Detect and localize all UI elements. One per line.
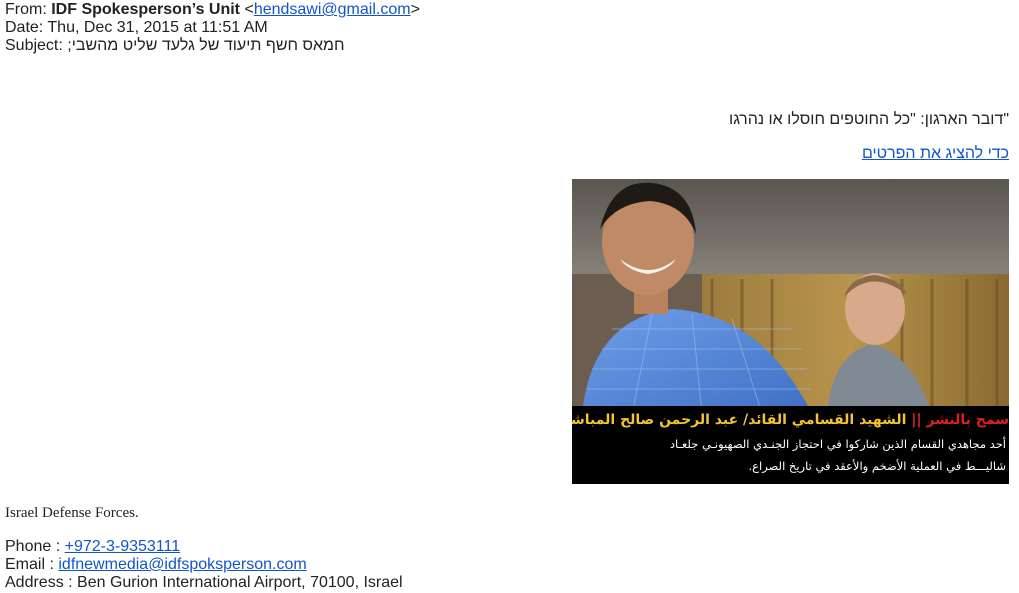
signature-org: Israel Defense Forces.: [5, 505, 139, 521]
sender-email-link[interactable]: hendsawi@gmail.com: [254, 1, 411, 18]
email-close-bracket: >: [410, 1, 420, 18]
subject-value: חמאס חשף תיעוד של גלעד שליט מהשבי;: [67, 37, 345, 54]
caption-title-yellow: الشهيد القسامي القائد/ عبد الرحمن صالح ا…: [572, 412, 907, 428]
quote-line: "דובר הארגון: "כל החוטפים חוסלו או נהרגו: [729, 111, 1009, 128]
phone-line: Phone : +972-3-9353111: [5, 538, 180, 556]
details-link[interactable]: כדי להציג את הפרטים: [862, 145, 1009, 162]
address-label: Address :: [5, 574, 73, 591]
phone-label: Phone :: [5, 538, 61, 555]
email-label: Email :: [5, 556, 54, 573]
address-value: Ben Gurion International Airport, 70100,…: [77, 574, 403, 591]
embedded-news-image[interactable]: سمح بالنشر || الشهيد القسامي القائد/ عبد…: [572, 179, 1009, 484]
phone-link[interactable]: +972-3-9353111: [65, 538, 181, 555]
caption-title: سمح بالنشر || الشهيد القسامي القائد/ عبد…: [572, 411, 1009, 429]
sender-name: IDF Spokesperson’s Unit: [51, 1, 241, 18]
email-open-bracket: <: [244, 1, 254, 18]
subject-line: Subject: חמאס חשף תיעוד של גלעד שליט מהש…: [5, 37, 345, 55]
caption-title-red: سمح بالنشر ||: [911, 412, 1009, 428]
date-label: Date:: [5, 19, 44, 36]
from-label: From:: [5, 1, 47, 18]
subject-label: Subject:: [5, 37, 63, 54]
image-caption: سمح بالنشر || الشهيد القسامي القائد/ عبد…: [572, 406, 1009, 484]
from-line: From: IDF Spokesperson’s Unit <hendsawi@…: [5, 1, 420, 19]
details-link-wrap: כדי להציג את הפרטים: [862, 145, 1009, 163]
caption-line-1: أحد مجاهدي القسام الذين شاركوا في احتجاز…: [669, 437, 1006, 451]
contact-email-link[interactable]: idfnewmedia@idfspoksperson.com: [58, 556, 306, 573]
date-value: Thu, Dec 31, 2015 at 11:51 AM: [47, 19, 268, 36]
email-line: Email : idfnewmedia@idfspoksperson.com: [5, 556, 307, 574]
caption-line-2: شاليـــط في العملية الأضخم والأعقد في تا…: [748, 459, 1006, 473]
date-line: Date: Thu, Dec 31, 2015 at 11:51 AM: [5, 19, 268, 37]
address-line: Address : Ben Gurion International Airpo…: [5, 574, 403, 592]
